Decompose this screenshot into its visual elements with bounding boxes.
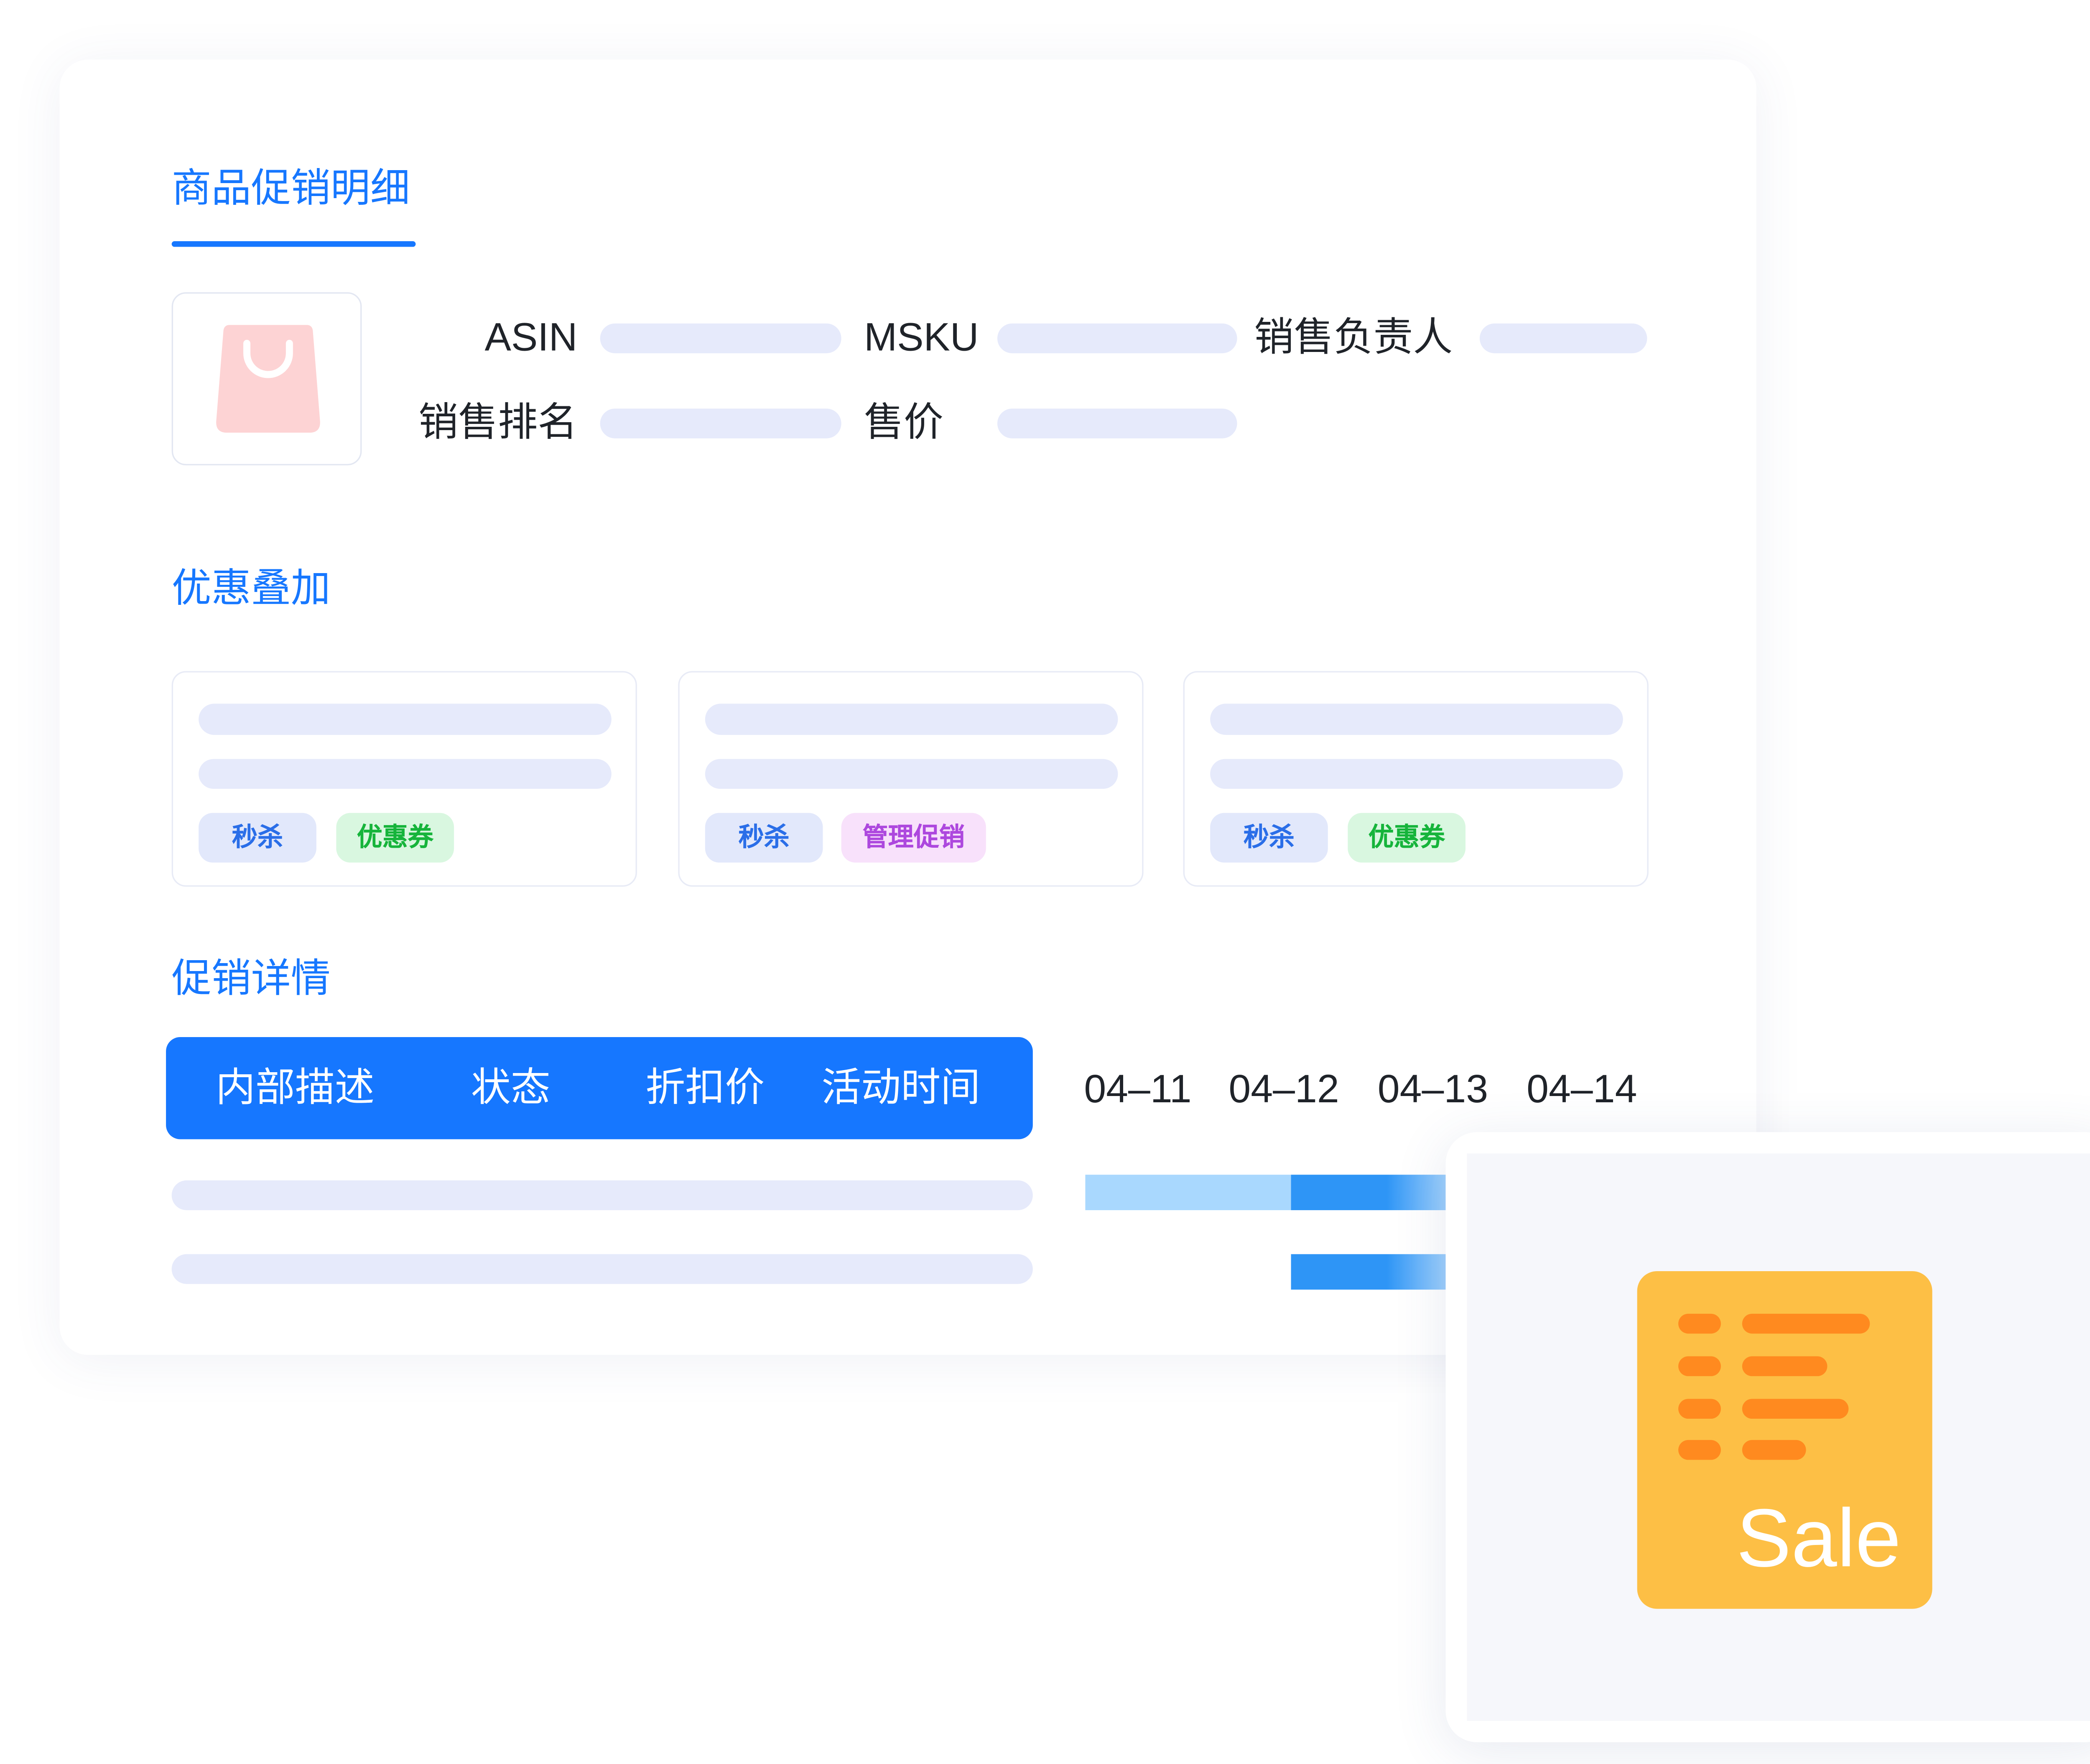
product-image xyxy=(171,292,362,466)
list-line xyxy=(1742,1399,1849,1419)
column-header-discount-price: 折扣价 xyxy=(645,1065,765,1110)
stacking-card-line-placeholder xyxy=(705,704,1118,735)
list-bullet xyxy=(1678,1440,1721,1460)
timeline-date: 04–11 xyxy=(1084,1067,1192,1111)
tag-coupon: 优惠券 xyxy=(336,813,454,863)
stacking-card-line-placeholder xyxy=(199,759,612,789)
tag-flash-sale: 秒杀 xyxy=(705,813,823,863)
column-header-internal-description: 内部描述 xyxy=(215,1065,375,1110)
timeline-bar-active xyxy=(1291,1254,1446,1290)
price-label: 售价 xyxy=(864,400,944,444)
asin-value-placeholder xyxy=(600,323,841,354)
promo-detail-section-title: 促销详情 xyxy=(171,956,331,1000)
sale-label: Sale xyxy=(1736,1492,1901,1585)
list-bullet xyxy=(1678,1356,1721,1377)
stacking-section-title: 优惠叠加 xyxy=(171,566,331,610)
timeline-bar-ended xyxy=(1085,1175,1291,1211)
tab-active-underline xyxy=(171,241,416,247)
asin-label: ASIN xyxy=(484,315,578,359)
list-line xyxy=(1742,1313,1870,1334)
table-row-placeholder xyxy=(171,1254,1033,1284)
msku-label: MSKU xyxy=(864,315,979,359)
tag-managed-promotion: 管理促销 xyxy=(841,813,986,863)
list-bullet xyxy=(1678,1313,1721,1334)
sale-preview-card: Sale xyxy=(1445,1132,2090,1742)
stacking-card-line-placeholder xyxy=(199,704,612,735)
sales-owner-value-placeholder xyxy=(1479,323,1647,354)
sale-document-icon: Sale xyxy=(1637,1271,1932,1609)
list-line xyxy=(1742,1356,1827,1377)
column-header-status: 状态 xyxy=(471,1065,551,1110)
tag-flash-sale: 秒杀 xyxy=(1210,813,1328,863)
stacking-card-line-placeholder xyxy=(705,759,1118,789)
timeline-date: 04–14 xyxy=(1527,1067,1637,1111)
stage: 商品促销明细 ASIN MSKU 销售负责人 销售排名 售价 优惠叠加 秒杀 优… xyxy=(0,0,2090,1764)
sale-preview-canvas: Sale xyxy=(1467,1153,2090,1721)
tag-flash-sale: 秒杀 xyxy=(199,813,316,863)
tab-product-promotion-detail[interactable]: 商品促销明细 xyxy=(172,163,410,214)
stacking-card: 秒杀 管理促销 xyxy=(678,671,1144,887)
table-header: 内部描述 状态 折扣价 活动时间 xyxy=(166,1037,1033,1139)
price-value-placeholder xyxy=(997,408,1237,438)
column-header-activity-time: 活动时间 xyxy=(821,1065,981,1110)
sales-owner-label: 销售负责人 xyxy=(1254,315,1453,359)
stacking-card: 秒杀 优惠券 xyxy=(171,671,637,887)
msku-value-placeholder xyxy=(997,323,1237,354)
timeline-date: 04–13 xyxy=(1377,1067,1488,1111)
tag-coupon: 优惠券 xyxy=(1348,813,1466,863)
stacking-card-line-placeholder xyxy=(1210,759,1623,789)
timeline-date: 04–12 xyxy=(1229,1067,1339,1111)
stacking-card-line-placeholder xyxy=(1210,704,1623,735)
list-line xyxy=(1742,1440,1806,1460)
table-row-placeholder xyxy=(171,1180,1033,1211)
shopping-bag-icon xyxy=(216,325,320,433)
sales-rank-value-placeholder xyxy=(600,408,841,438)
stacking-card: 秒杀 优惠券 xyxy=(1183,671,1649,887)
sales-rank-label: 销售排名 xyxy=(418,400,578,444)
timeline-bar-active xyxy=(1291,1175,1446,1211)
list-bullet xyxy=(1678,1399,1721,1419)
